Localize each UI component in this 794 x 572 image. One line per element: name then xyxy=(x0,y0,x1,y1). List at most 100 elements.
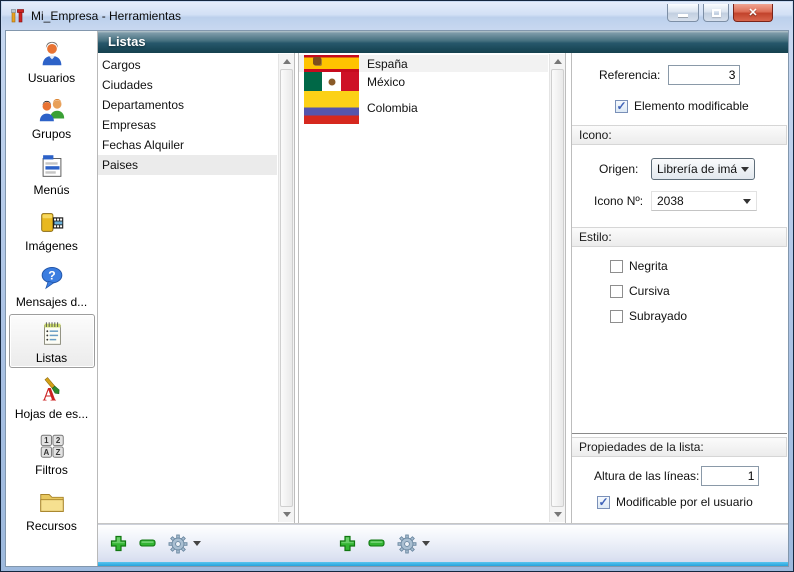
notepad-icon xyxy=(37,318,67,351)
chevron-down-icon xyxy=(741,167,749,172)
list-item-fechas-alquiler[interactable]: Fechas Alquiler xyxy=(98,135,277,155)
element-label: Colombia xyxy=(367,101,418,115)
remove-element-button[interactable] xyxy=(368,539,385,548)
remove-list-button[interactable] xyxy=(139,539,156,548)
list-item-departamentos[interactable]: Departamentos xyxy=(98,95,277,115)
elements-panel-scrollbar[interactable] xyxy=(549,54,565,522)
scroll-up-icon xyxy=(554,59,562,64)
svg-text:A: A xyxy=(43,448,49,457)
checkbox-checked-icon[interactable] xyxy=(597,496,610,509)
folder-icon xyxy=(37,486,67,519)
gear-icon xyxy=(168,534,188,554)
subrayado-checkbox[interactable]: Subrayado xyxy=(610,309,788,323)
add-list-button[interactable] xyxy=(110,535,127,552)
plus-icon xyxy=(339,535,356,552)
sidebar-item-listas[interactable]: Listas xyxy=(9,314,95,368)
altura-input[interactable] xyxy=(701,466,759,486)
elements-toolbar xyxy=(339,534,430,554)
negrita-checkbox[interactable]: Negrita xyxy=(610,259,788,273)
plus-icon xyxy=(110,535,127,552)
app-tools-icon xyxy=(9,8,25,24)
checkbox-checked-icon[interactable] xyxy=(615,100,628,113)
referencia-input[interactable] xyxy=(668,65,740,85)
users-icon xyxy=(37,94,67,127)
divider xyxy=(572,433,787,434)
sidebar-item-label: Grupos xyxy=(32,127,71,141)
element-row-espana[interactable]: España xyxy=(299,55,548,72)
sidebar-item-label: Hojas de es... xyxy=(15,407,88,421)
bottom-toolbar xyxy=(98,524,788,562)
sidebar-item-usuarios[interactable]: Usuarios xyxy=(9,34,95,88)
properties-panel: Referencia: Elemento modificable Icono: … xyxy=(571,53,788,523)
sidebar-item-filtros[interactable]: 12 AZ Filtros xyxy=(9,426,95,480)
svg-text:Z: Z xyxy=(55,448,60,457)
elemento-modificable-checkbox[interactable]: Elemento modificable xyxy=(615,99,788,113)
scroll-down-button[interactable] xyxy=(279,507,294,522)
sidebar-item-label: Listas xyxy=(36,351,67,365)
list-item-cargos[interactable]: Cargos xyxy=(98,55,277,75)
checkbox-icon[interactable] xyxy=(610,285,623,298)
minus-icon xyxy=(139,539,156,548)
elemento-modificable-label: Elemento modificable xyxy=(634,99,749,113)
colombia-flag xyxy=(304,91,359,124)
sidebar-item-menus[interactable]: Menús xyxy=(9,146,95,200)
icono-no-label: Icono Nº: xyxy=(594,194,651,208)
origen-label: Origen: xyxy=(599,162,651,176)
sidebar-item-mensajes[interactable]: ? Mensajes d... xyxy=(9,258,95,312)
checkbox-icon[interactable] xyxy=(610,260,623,273)
estilo-section-header: Estilo: xyxy=(572,227,787,247)
titlebar: Mi_Empresa - Herramientas ✕ xyxy=(2,2,792,30)
list-item-paises[interactable]: Paises xyxy=(98,155,277,175)
maximize-button[interactable] xyxy=(703,4,729,22)
sidebar-item-label: Imágenes xyxy=(25,239,78,253)
maximize-icon xyxy=(712,9,721,17)
gear-icon xyxy=(397,534,417,554)
scrollbar-thumb[interactable] xyxy=(280,69,293,507)
element-label: México xyxy=(367,75,405,89)
message-icon: ? xyxy=(37,262,67,295)
filter-keys-icon: 12 AZ xyxy=(37,430,67,463)
film-icon xyxy=(37,206,67,239)
modificable-usuario-checkbox[interactable]: Modificable por el usuario xyxy=(597,495,788,509)
list-item-empresas[interactable]: Empresas xyxy=(98,115,277,135)
scroll-down-icon xyxy=(283,512,291,517)
list-item-ciudades[interactable]: Ciudades xyxy=(98,75,277,95)
lists-panel-scrollbar[interactable] xyxy=(278,54,294,522)
sidebar-item-hojas[interactable]: A Hojas de es... xyxy=(9,370,95,424)
list-actions-button[interactable] xyxy=(168,534,201,554)
svg-text:2: 2 xyxy=(55,436,60,445)
element-row-colombia[interactable]: Colombia xyxy=(299,91,548,124)
minus-icon xyxy=(368,539,385,548)
sidebar-item-grupos[interactable]: Grupos xyxy=(9,90,95,144)
close-button[interactable]: ✕ xyxy=(733,4,773,22)
chevron-down-icon xyxy=(193,541,201,546)
add-element-button[interactable] xyxy=(339,535,356,552)
scroll-up-button[interactable] xyxy=(279,54,294,69)
element-actions-button[interactable] xyxy=(397,534,430,554)
origen-value: Librería de imá... xyxy=(657,162,737,176)
lists-toolbar xyxy=(110,534,201,554)
icono-no-dropdown[interactable]: 2038 xyxy=(651,191,757,211)
scroll-down-button[interactable] xyxy=(550,507,565,522)
element-row-mexico[interactable]: México xyxy=(299,72,548,91)
sidebar-item-imagenes[interactable]: Imágenes xyxy=(9,202,95,256)
sidebar-item-recursos[interactable]: Recursos xyxy=(9,482,95,536)
subrayado-label: Subrayado xyxy=(629,309,687,323)
app-body: Usuarios Grupos xyxy=(5,30,789,567)
icono-no-value: 2038 xyxy=(657,194,739,208)
scroll-up-icon xyxy=(283,59,291,64)
scrollbar-thumb[interactable] xyxy=(551,69,564,507)
mexico-flag xyxy=(304,72,359,91)
sidebar-item-label: Usuarios xyxy=(28,71,75,85)
scroll-up-button[interactable] xyxy=(550,54,565,69)
origen-dropdown[interactable]: Librería de imá... xyxy=(651,158,755,180)
element-label: España xyxy=(367,57,408,71)
cursiva-checkbox[interactable]: Cursiva xyxy=(610,284,788,298)
stylesheet-icon: A xyxy=(37,374,67,407)
close-icon: ✕ xyxy=(748,6,757,19)
svg-text:?: ? xyxy=(48,268,55,282)
minimize-button[interactable] xyxy=(667,4,699,22)
sidebar-item-label: Menús xyxy=(33,183,69,197)
menu-icon xyxy=(37,150,67,183)
checkbox-icon[interactable] xyxy=(610,310,623,323)
